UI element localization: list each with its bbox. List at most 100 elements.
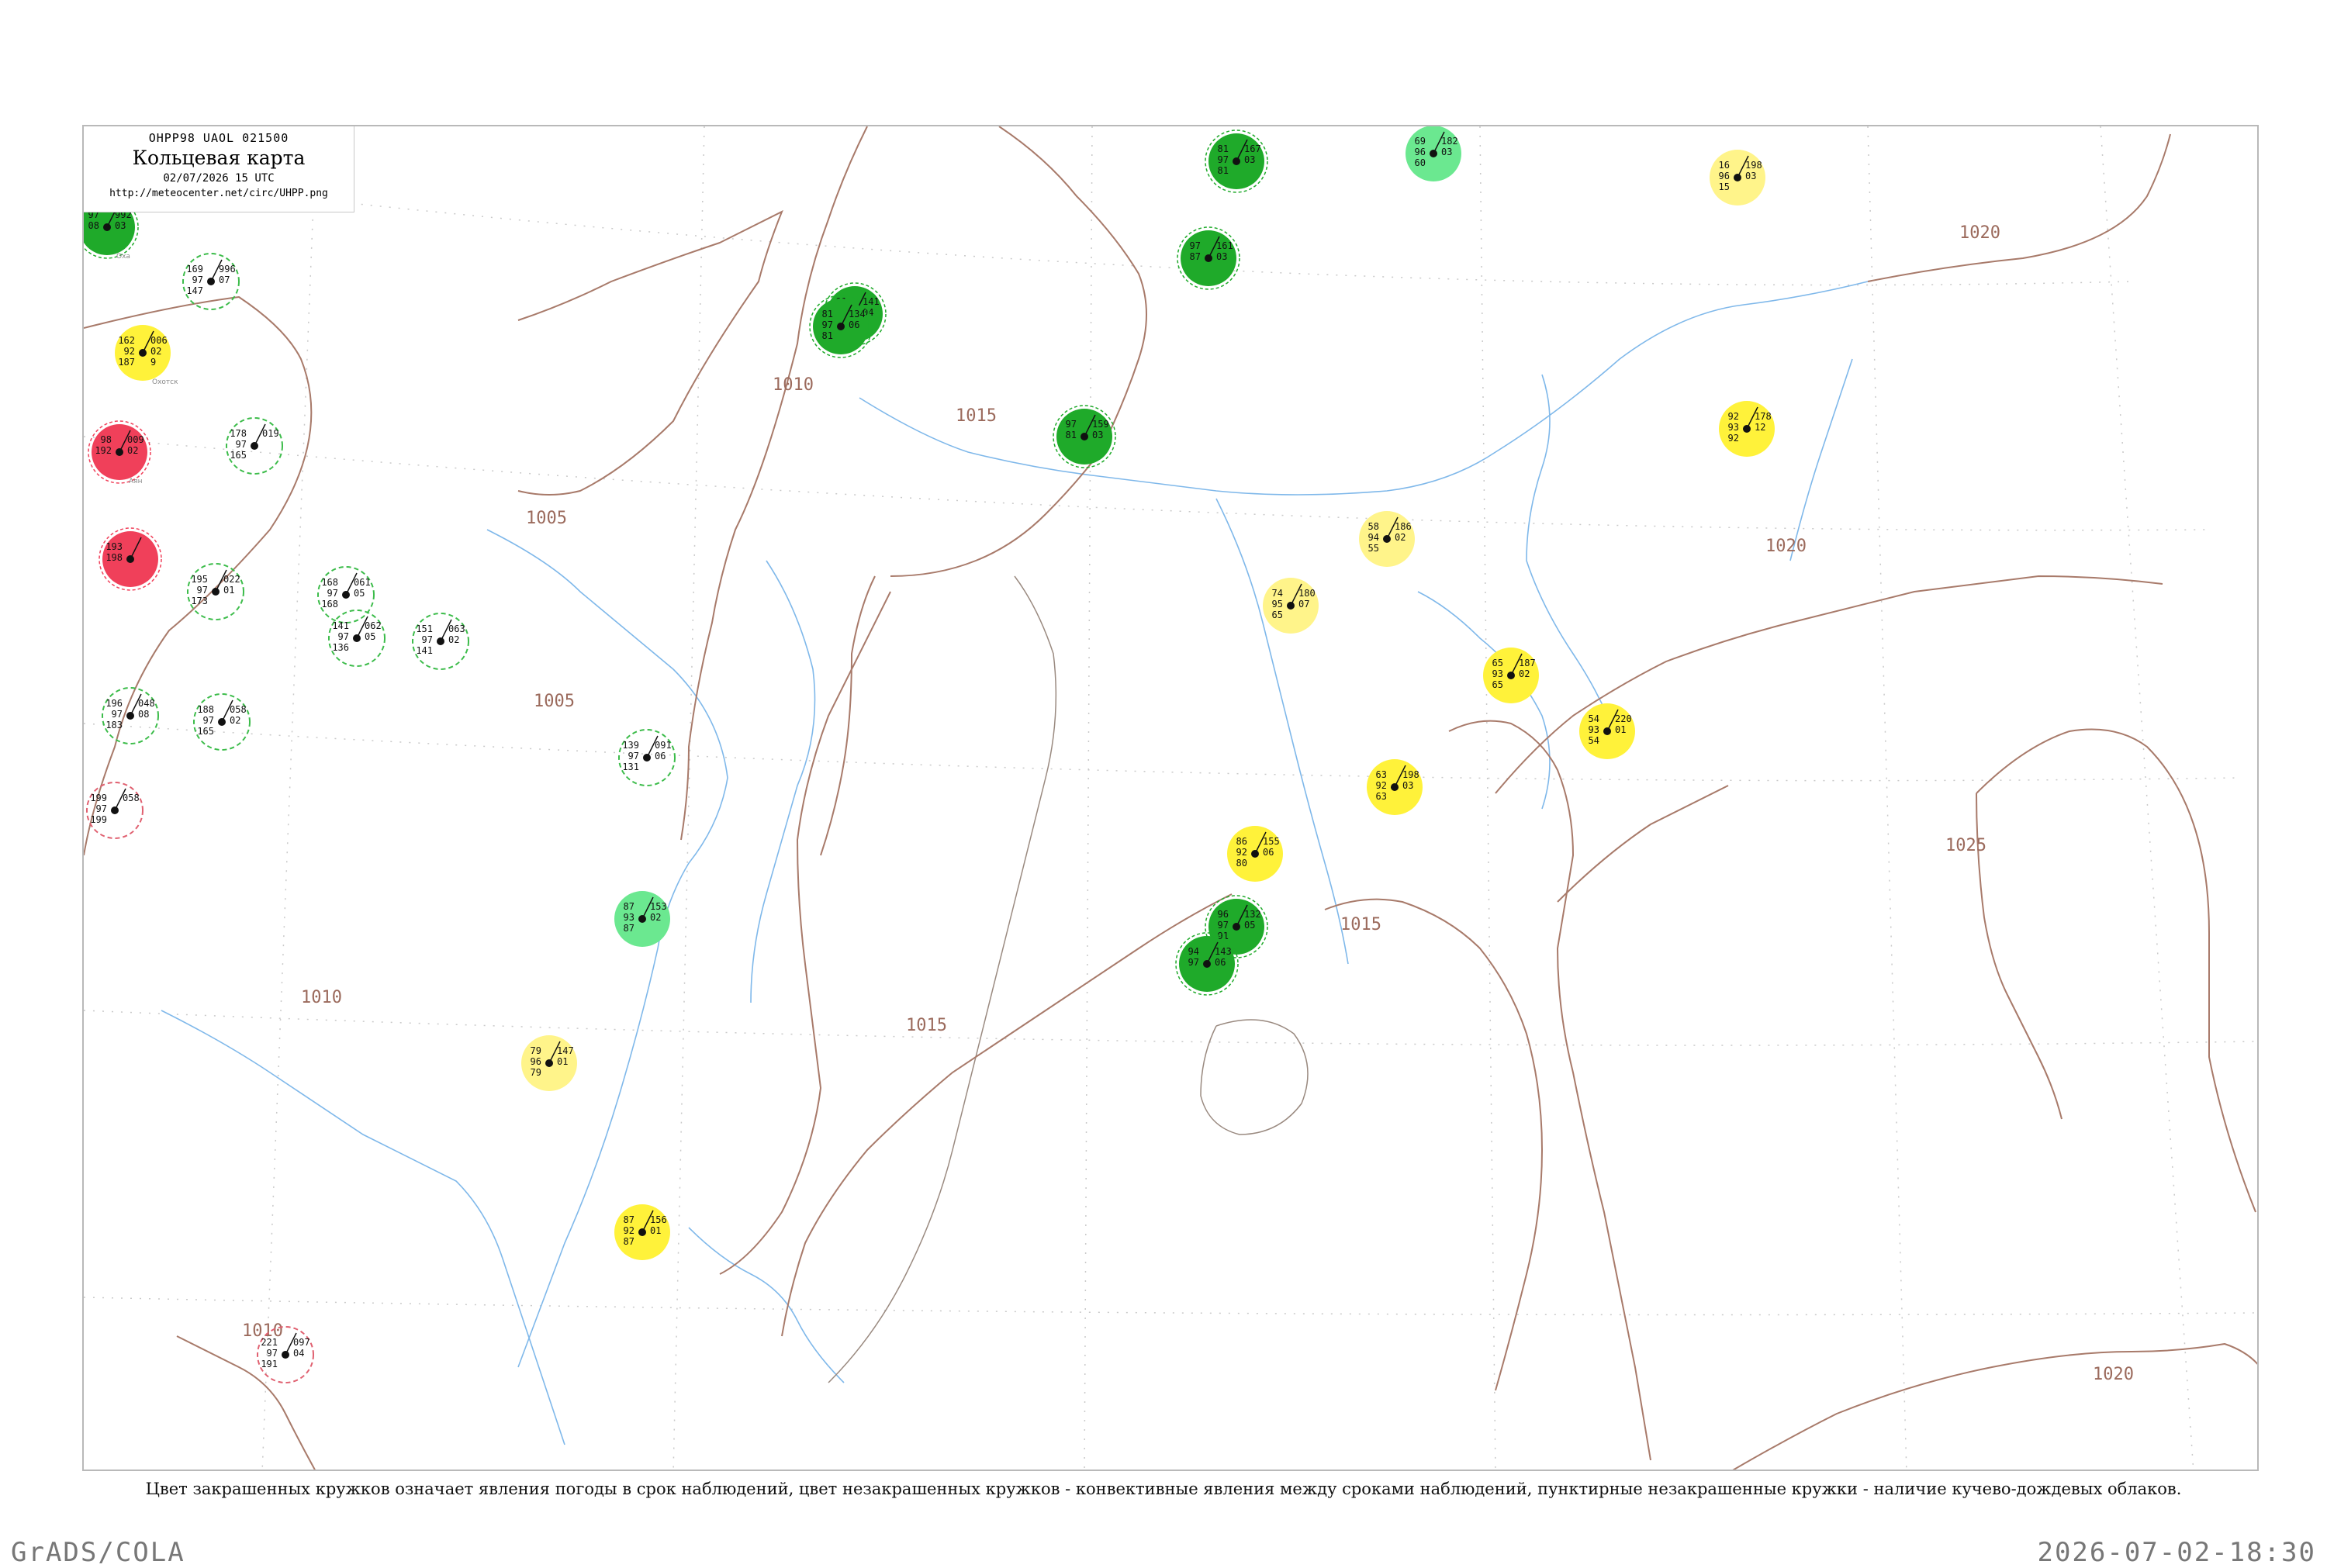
station-value-left: 08 bbox=[88, 220, 99, 231]
software-label: GrADS/COLA bbox=[11, 1537, 185, 1568]
station-value-right: 02 bbox=[1519, 668, 1530, 679]
station-value-left: 79 bbox=[531, 1045, 541, 1056]
station-value-right: 009 bbox=[127, 434, 144, 445]
station-s20[interactable]: 819781 13406 bbox=[809, 295, 873, 358]
station-s7[interactable]: 19597173 02201 bbox=[187, 563, 244, 620]
station-value-left: 96 bbox=[531, 1056, 541, 1067]
station-s18[interactable]: 22197191 09704 bbox=[257, 1326, 314, 1383]
station-value-left: 183 bbox=[105, 720, 123, 730]
isobars bbox=[84, 126, 2257, 1470]
station-value-left: 94 bbox=[1188, 946, 1199, 957]
station-value-right: 02 bbox=[127, 445, 138, 456]
station-value-right: 07 bbox=[1298, 599, 1309, 610]
station-value-right: 063 bbox=[448, 623, 465, 634]
station-s22[interactable]: 819781 16703 bbox=[1205, 130, 1268, 193]
station-value-left: 147 bbox=[186, 285, 203, 296]
station-s6[interactable]: 193198 bbox=[99, 527, 162, 591]
station-value-left: 92 bbox=[124, 346, 135, 357]
station-s34[interactable]: 9497 14306 bbox=[1175, 932, 1239, 996]
station-value-left: 97 bbox=[338, 631, 349, 642]
station-s9[interactable]: 14197136 06205 bbox=[328, 610, 386, 667]
map-url[interactable]: http://meteocenter.net/circ/UHPP.png bbox=[84, 188, 354, 199]
station-value-left: 98 bbox=[101, 434, 112, 445]
isobar-label: 1020 bbox=[2093, 1365, 2134, 1384]
station-s32[interactable]: 869280 15506 bbox=[1227, 826, 1283, 882]
station-value-left: 96 bbox=[1415, 147, 1426, 157]
isobar-labels: 1005 1005 1010 1010 1010 1015 1015 1015 … bbox=[242, 223, 2134, 1384]
station-s25[interactable]: 169615 19803 bbox=[1710, 150, 1765, 205]
station-s15[interactable]: 879387 15302 bbox=[614, 891, 670, 947]
station-value-right: 07 bbox=[219, 275, 230, 285]
station-value-left: 79 bbox=[531, 1067, 541, 1078]
station-value-right: 06 bbox=[655, 751, 666, 762]
station-value-left: 97 bbox=[197, 585, 208, 596]
stations: 970899203Оха169971479960716292187006029О… bbox=[84, 126, 1775, 1383]
station-s11[interactable]: 19697183 04808 bbox=[102, 687, 159, 744]
station-value-right: 05 bbox=[354, 588, 365, 599]
station-value-right: 091 bbox=[655, 740, 672, 751]
station-s14[interactable]: 13997131 09106 bbox=[618, 729, 676, 786]
station-value-left: 69 bbox=[1415, 136, 1426, 147]
station-value-left: 80 bbox=[1236, 858, 1247, 869]
station-s21[interactable]: 9787 16103 bbox=[1177, 226, 1240, 290]
station-value-left: 193 bbox=[105, 541, 123, 552]
station-s5[interactable]: 17897165 019 bbox=[226, 417, 283, 475]
station-value-left: 87 bbox=[1190, 251, 1201, 262]
station-s28[interactable]: 749565 18007 bbox=[1263, 578, 1319, 634]
station-s31[interactable]: 639263 19803 bbox=[1367, 759, 1423, 815]
station-value-left: 60 bbox=[1415, 157, 1426, 168]
station-s13[interactable]: 19997199 058 bbox=[86, 782, 143, 839]
station-value-left: 199 bbox=[90, 814, 107, 825]
station-value-right: 12 bbox=[1755, 422, 1765, 433]
station-value-right: 198 bbox=[1402, 769, 1419, 780]
station-value-left: 97 bbox=[236, 439, 247, 450]
station-s30[interactable]: 549354 22001 bbox=[1579, 703, 1635, 759]
station-value-left: 93 bbox=[624, 912, 634, 923]
graticule bbox=[84, 126, 2256, 1470]
station-value-left: 191 bbox=[261, 1359, 278, 1369]
station-value-left: 97 bbox=[422, 634, 433, 645]
station-value-right: 180 bbox=[1298, 588, 1316, 599]
station-s10[interactable]: 15197141 06302 bbox=[412, 613, 469, 670]
station-s12[interactable]: 18897165 05802 bbox=[193, 693, 251, 751]
station-value-left: 199 bbox=[90, 793, 107, 803]
station-s26[interactable]: 929392 17812 bbox=[1719, 401, 1775, 457]
station-value-left: 131 bbox=[622, 762, 639, 772]
station-s24[interactable]: 699660 18203 bbox=[1406, 126, 1461, 181]
station-value-left: 221 bbox=[261, 1337, 278, 1348]
station-value-left: 65 bbox=[1272, 610, 1283, 620]
isobar-label: 1005 bbox=[534, 692, 575, 711]
station-value-left: 92 bbox=[1728, 411, 1739, 422]
station-value-left: 97 bbox=[1188, 957, 1199, 968]
station-s8[interactable]: 16897168 06105 bbox=[317, 566, 375, 623]
station-value-right: 01 bbox=[650, 1225, 661, 1236]
station-value-right: 02 bbox=[448, 634, 459, 645]
station-value-right: 182 bbox=[1441, 136, 1458, 147]
station-value-right: 186 bbox=[1395, 521, 1412, 532]
station-s17[interactable]: 879287 15601 bbox=[614, 1204, 670, 1260]
station-value-left: 139 bbox=[622, 740, 639, 751]
station-value-left: 196 bbox=[105, 698, 123, 709]
station-value-right: 153 bbox=[650, 901, 667, 912]
station-value-left: 97 bbox=[1218, 154, 1229, 165]
station-value-left: 86 bbox=[1236, 836, 1247, 847]
station-value-left: 169 bbox=[186, 264, 203, 275]
station-value-left: 65 bbox=[1492, 658, 1503, 668]
station-value-right: 062 bbox=[365, 620, 382, 631]
isobar-label: 1010 bbox=[773, 375, 814, 395]
station-name: Охотск bbox=[152, 378, 178, 386]
station-s23[interactable]: 9781 15903 bbox=[1053, 405, 1116, 468]
station-value-left: 97 bbox=[96, 803, 107, 814]
station-value-left: 97 bbox=[1218, 920, 1229, 931]
bulletin-code: ОНРР98 UAOL 021500 bbox=[148, 131, 289, 145]
station-value-left: 54 bbox=[1589, 735, 1599, 746]
station-value-right: 01 bbox=[223, 585, 234, 596]
station-s3[interactable]: 16292187 006029 Охотск bbox=[115, 325, 178, 386]
station-s4[interactable]: 98192 00902 Аян bbox=[88, 420, 151, 485]
station-value-right: 134 bbox=[849, 309, 866, 319]
station-s27[interactable]: 589455 18602 bbox=[1359, 511, 1415, 567]
station-value-left: 81 bbox=[822, 330, 833, 341]
station-value-left: 81 bbox=[1218, 143, 1229, 154]
station-s29[interactable]: 659365 18702 bbox=[1483, 648, 1539, 703]
station-s16[interactable]: 799679 14701 bbox=[521, 1035, 577, 1091]
